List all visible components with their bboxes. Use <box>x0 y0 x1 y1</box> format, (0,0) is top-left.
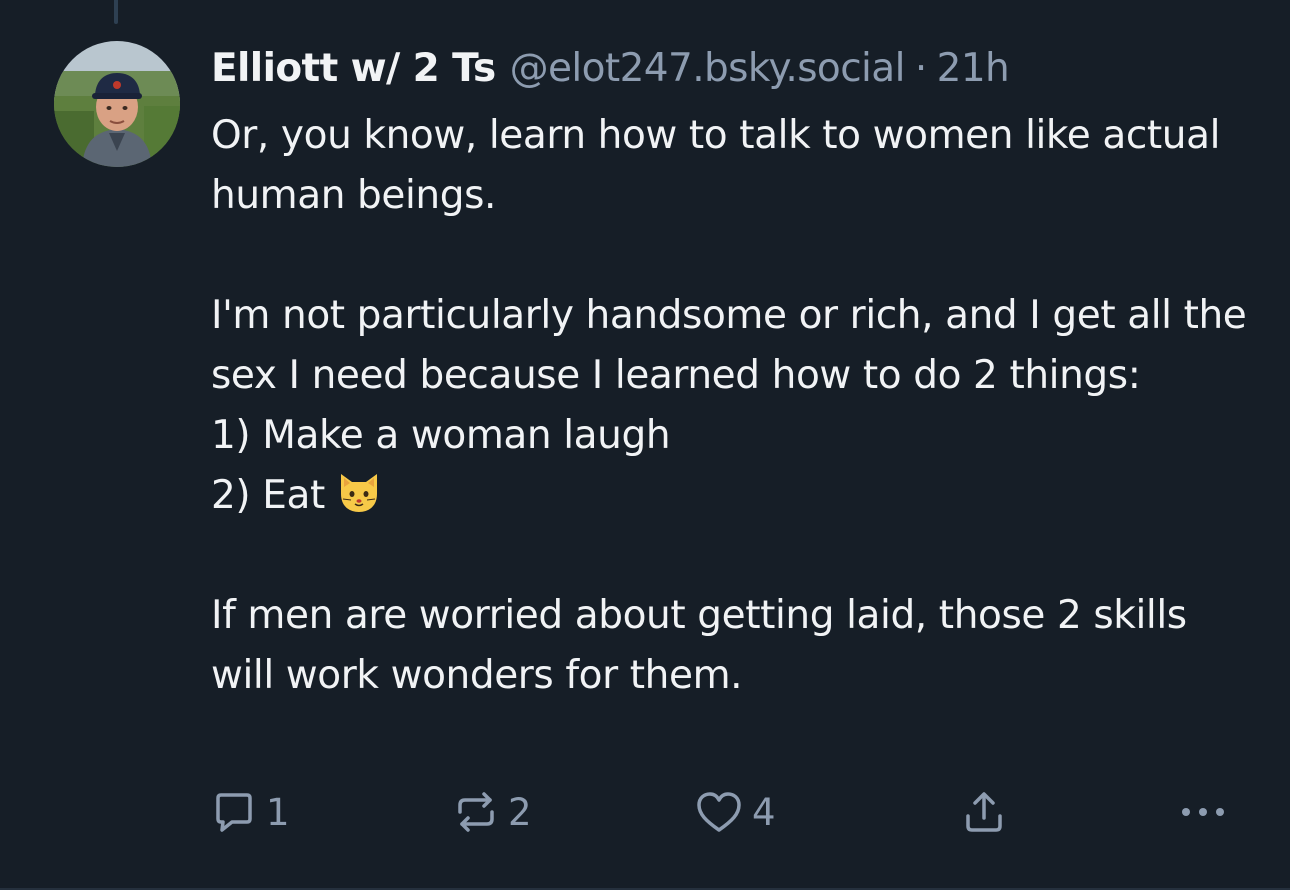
avatar[interactable] <box>54 41 180 167</box>
repost-button[interactable]: 2 <box>452 782 532 842</box>
cat-face-emoji-icon <box>335 468 383 516</box>
post-paragraph-2: I'm not particularly handsome or rich, a… <box>211 293 1247 398</box>
post-actions-bar: 1 2 4 <box>0 782 1290 842</box>
post-paragraph-3: If men are worried about getting laid, t… <box>211 593 1187 698</box>
share-button[interactable] <box>960 782 1008 842</box>
author-handle[interactable]: @elot247.bsky.social <box>510 46 906 91</box>
like-button[interactable]: 4 <box>694 782 776 842</box>
post-list-item-2: 2) Eat <box>211 466 1251 526</box>
like-icon <box>694 788 744 836</box>
author-display-name[interactable]: Elliott w/ 2 Ts <box>211 46 496 91</box>
post-list-item-2-text: 2) Eat <box>211 473 325 518</box>
post-list-item-1: 1) Make a woman laugh <box>211 413 671 458</box>
post-header: Elliott w/ 2 Ts @elot247.bsky.social · 2… <box>211 40 1010 96</box>
more-options-button[interactable] <box>1178 782 1228 842</box>
post-paragraph-1: Or, you know, learn how to talk to women… <box>211 113 1221 218</box>
repost-count: 2 <box>508 790 532 834</box>
post-timestamp[interactable]: 21h <box>937 46 1010 91</box>
thread-connector-line <box>114 0 118 24</box>
header-separator: · <box>914 45 927 91</box>
avatar-photo <box>54 41 180 167</box>
post-text: Or, you know, learn how to talk to women… <box>211 106 1251 706</box>
reply-count: 1 <box>266 790 290 834</box>
repost-icon <box>452 788 500 836</box>
share-icon <box>960 788 1008 836</box>
like-count: 4 <box>752 790 776 834</box>
more-icon <box>1178 788 1228 836</box>
reply-button[interactable]: 1 <box>210 782 290 842</box>
reply-icon <box>210 788 258 836</box>
